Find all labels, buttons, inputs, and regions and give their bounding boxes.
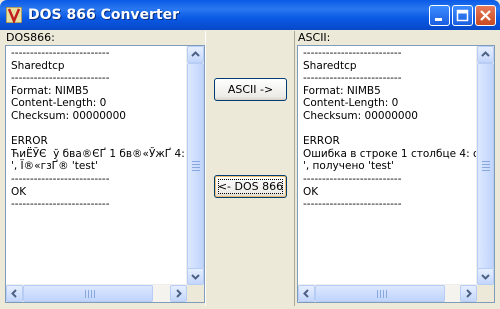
- vertical-scroll-thumb[interactable]: [187, 63, 204, 269]
- ascii-horizontal-scrollbar[interactable]: [298, 284, 477, 302]
- convert-to-dos866-button[interactable]: <- DOS 866: [214, 175, 287, 198]
- app-window: DOS 866 Converter DOS866: --------------…: [0, 0, 500, 309]
- convert-to-ascii-label: ASCII ->: [227, 83, 274, 96]
- scroll-up-button[interactable]: [477, 46, 494, 63]
- convert-to-ascii-button[interactable]: ASCII ->: [214, 78, 287, 101]
- dos866-text[interactable]: -------------------------- Sharedtcp ---…: [11, 47, 186, 285]
- dos866-horizontal-scrollbar[interactable]: [6, 284, 187, 302]
- ascii-vertical-scrollbar[interactable]: [476, 46, 494, 285]
- button-panel: ASCII -> <- DOS 866: [205, 31, 295, 306]
- scroll-right-button[interactable]: [460, 285, 477, 302]
- scroll-left-button[interactable]: [6, 285, 23, 302]
- scroll-down-button[interactable]: [477, 268, 494, 285]
- close-button[interactable]: [475, 5, 496, 26]
- ascii-textbox[interactable]: -------------------------- Sharedtcp ---…: [297, 45, 495, 303]
- title-bar[interactable]: DOS 866 Converter: [0, 0, 500, 30]
- focus-ring: [218, 179, 283, 194]
- scrollbar-corner: [187, 285, 204, 302]
- window-title: DOS 866 Converter: [28, 7, 180, 23]
- app-icon[interactable]: [5, 6, 23, 25]
- scrollbar-corner: [477, 285, 494, 302]
- vertical-scroll-thumb[interactable]: [477, 63, 494, 269]
- ascii-label: ASCII:: [298, 31, 331, 44]
- dos866-label: DOS866:: [6, 31, 55, 44]
- maximize-button[interactable]: [452, 5, 473, 26]
- minimize-button[interactable]: [429, 5, 450, 26]
- scroll-up-button[interactable]: [187, 46, 204, 63]
- scroll-down-button[interactable]: [187, 268, 204, 285]
- ascii-text[interactable]: -------------------------- Sharedtcp ---…: [303, 47, 476, 285]
- scroll-left-button[interactable]: [298, 285, 315, 302]
- scroll-right-button[interactable]: [170, 285, 187, 302]
- dos866-vertical-scrollbar[interactable]: [186, 46, 204, 285]
- horizontal-scroll-thumb[interactable]: [315, 285, 445, 302]
- horizontal-scroll-thumb[interactable]: [23, 285, 153, 302]
- dos866-textbox[interactable]: -------------------------- Sharedtcp ---…: [5, 45, 205, 303]
